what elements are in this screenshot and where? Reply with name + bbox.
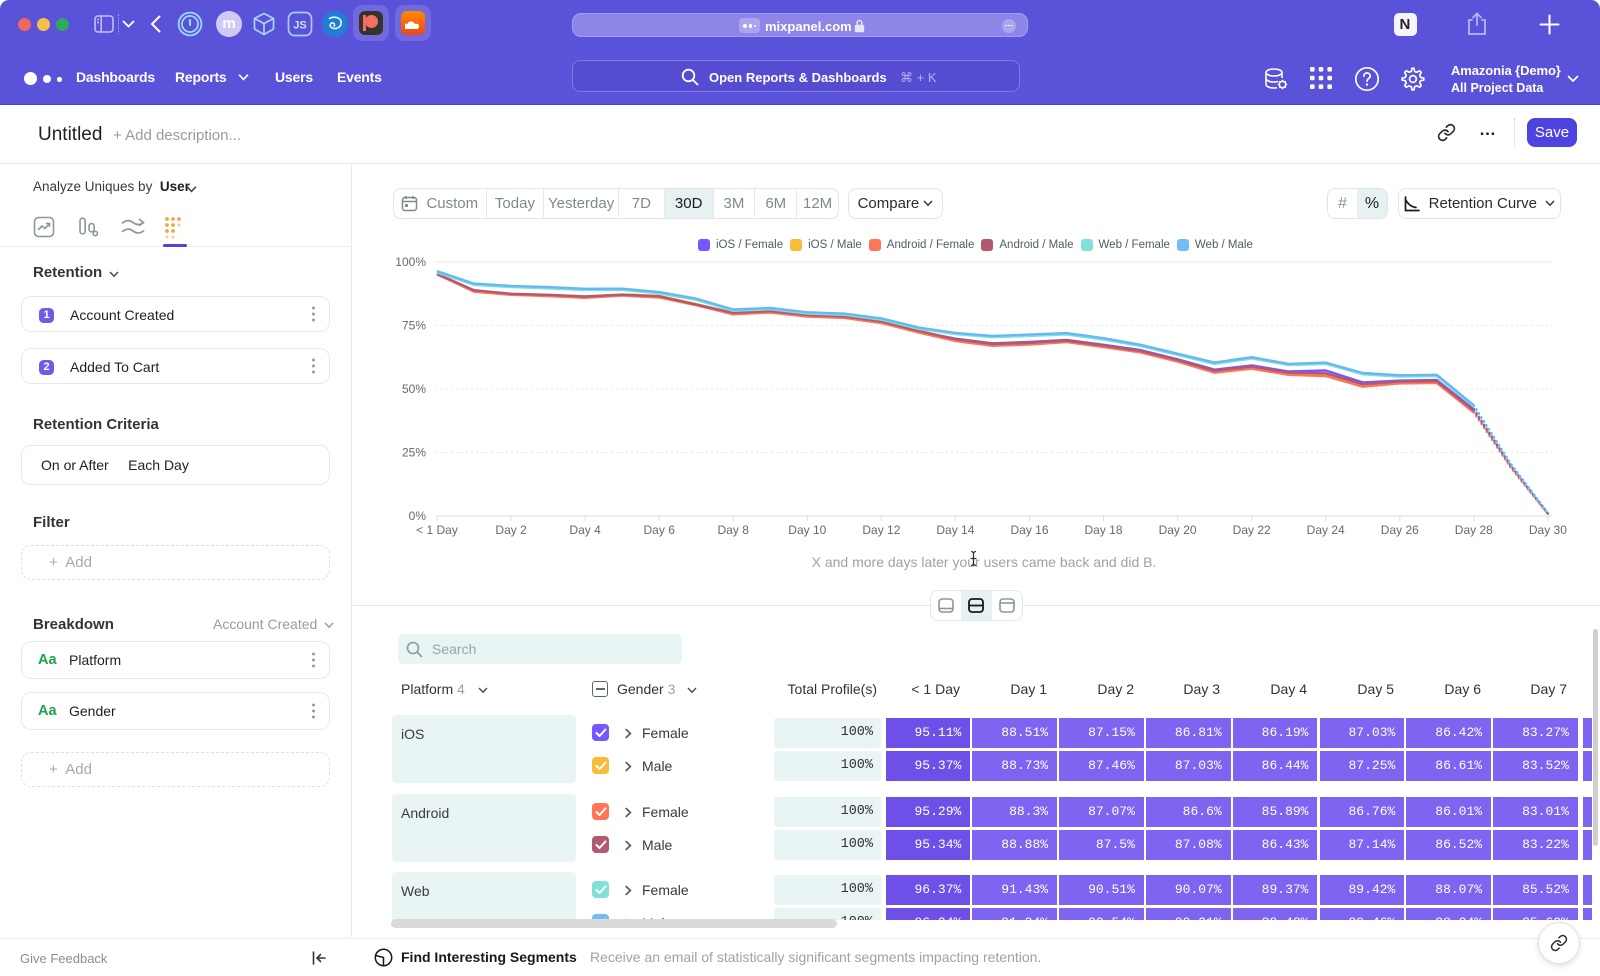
svg-text:Day 30: Day 30: [1529, 523, 1567, 537]
svg-text:Day 4: Day 4: [569, 523, 601, 537]
svg-text:Day 18: Day 18: [1084, 523, 1122, 537]
svg-text:< 1 Day: < 1 Day: [416, 523, 458, 537]
svg-text:0%: 0%: [409, 509, 427, 523]
svg-text:Day 16: Day 16: [1010, 523, 1048, 537]
svg-text:50%: 50%: [402, 382, 426, 396]
svg-text:Day 2: Day 2: [495, 523, 527, 537]
svg-text:Day 22: Day 22: [1233, 523, 1271, 537]
svg-text:Day 10: Day 10: [788, 523, 826, 537]
svg-text:Day 24: Day 24: [1307, 523, 1345, 537]
svg-text:Day 14: Day 14: [936, 523, 974, 537]
svg-text:Day 28: Day 28: [1455, 523, 1493, 537]
svg-text:75%: 75%: [402, 319, 426, 333]
svg-text:Day 8: Day 8: [718, 523, 750, 537]
svg-text:Day 6: Day 6: [644, 523, 676, 537]
svg-text:Day 26: Day 26: [1381, 523, 1419, 537]
svg-text:Day 20: Day 20: [1159, 523, 1197, 537]
svg-text:Day 12: Day 12: [862, 523, 900, 537]
svg-text:100%: 100%: [395, 255, 426, 269]
svg-text:25%: 25%: [402, 446, 426, 460]
